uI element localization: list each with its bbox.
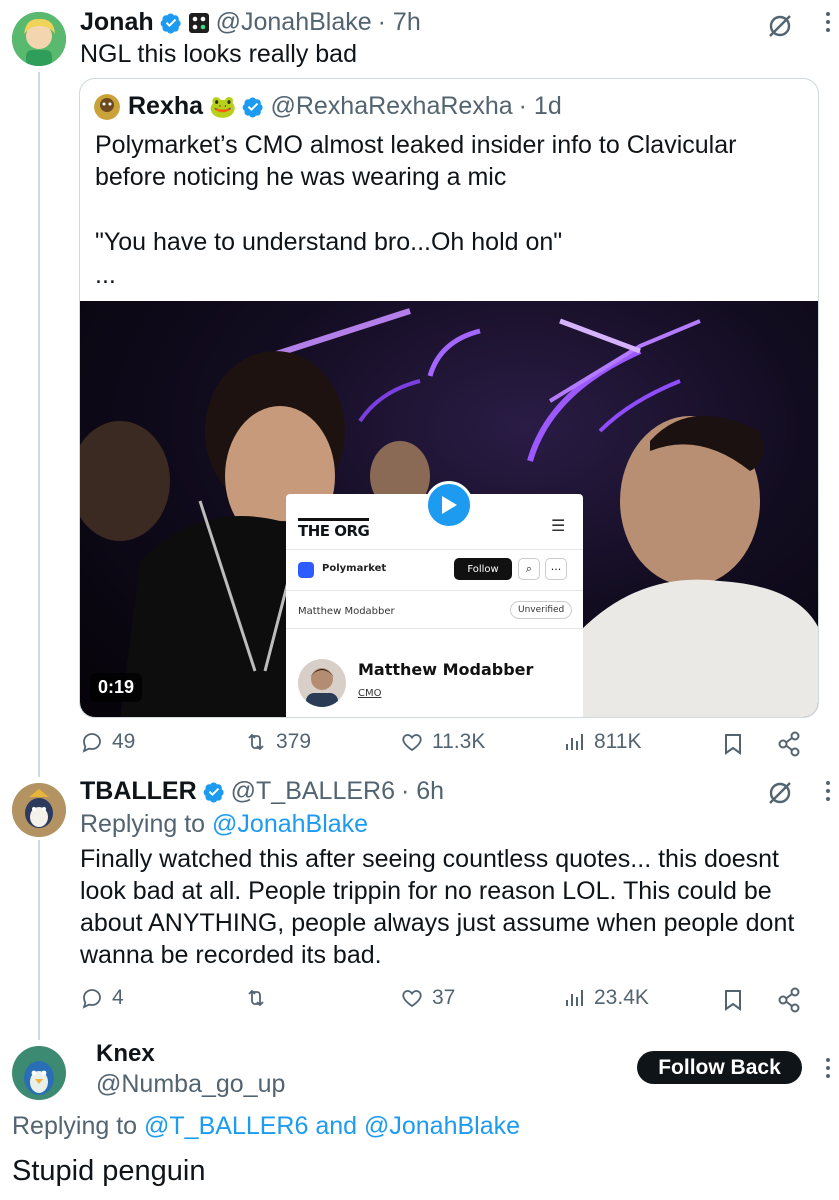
like-count: 37 — [432, 986, 456, 1009]
verified-badge-icon — [243, 96, 264, 117]
reply-count: 49 — [112, 730, 136, 753]
person-avatar — [298, 659, 346, 707]
grok-icon[interactable] — [766, 12, 794, 40]
timestamp[interactable]: · 7h — [378, 8, 421, 37]
avatar[interactable] — [12, 1046, 66, 1100]
heart-icon — [402, 734, 422, 752]
frog-emoji: 🐸 — [209, 93, 237, 119]
tweet-text-line: wanna be recorded its bad. — [80, 941, 382, 969]
display-name: Rexha — [128, 92, 204, 120]
like-count: 11.3K — [432, 730, 486, 753]
replying-prefix: Replying to — [12, 1112, 138, 1140]
display-name[interactable]: TBALLER — [80, 777, 197, 806]
avatar[interactable] — [12, 12, 66, 66]
display-name[interactable]: Jonah — [80, 8, 154, 37]
org-more-icon: ··· — [545, 558, 567, 580]
person-name: Matthew Modabber — [358, 660, 534, 679]
views-button[interactable]: 811K — [562, 730, 642, 754]
org-card-overlay: THE ORG ☰ Polymarket Follow ⌕ ··· Matthe… — [286, 494, 583, 717]
menu-icon: ☰ — [551, 516, 566, 535]
views-button[interactable]: 23.4K — [562, 986, 649, 1010]
thread-line — [38, 840, 40, 1040]
repost-button[interactable]: 379 — [244, 730, 311, 754]
heart-icon — [402, 990, 422, 1008]
timestamp: · 1d — [518, 92, 562, 120]
verified-badge-icon — [203, 781, 224, 802]
repost-count: 379 — [276, 730, 312, 753]
quote-text-line: Polymarket’s CMO almost leaked insider i… — [95, 131, 737, 159]
reply-button[interactable]: 4 — [80, 986, 124, 1010]
bookmark-icon[interactable] — [722, 732, 744, 756]
repost-icon — [248, 989, 264, 1007]
handle[interactable]: @T_BALLER6 — [231, 777, 395, 806]
views-icon — [566, 990, 583, 1006]
avatar[interactable] — [12, 783, 66, 837]
like-button[interactable]: 37 — [400, 986, 455, 1010]
person-tab: Matthew Modabber — [298, 606, 395, 617]
thread-line — [38, 72, 40, 777]
verified-badge-icon — [160, 12, 181, 33]
mention-link[interactable]: @JonahBlake — [364, 1112, 520, 1140]
bookmark-icon[interactable] — [722, 988, 744, 1012]
play-button[interactable] — [425, 481, 473, 529]
quote-header: Rexha 🐸 @RexhaRexhaRexha · 1d — [128, 92, 562, 121]
quote-text-line: "You have to understand bro...Oh hold on… — [95, 228, 563, 256]
tweet-text: Stupid penguin — [12, 1155, 206, 1187]
play-icon — [442, 496, 457, 514]
views-icon — [566, 734, 583, 750]
timestamp[interactable]: · 6h — [401, 777, 444, 806]
tweet-text-line: look bad at all. People trippin for no r… — [80, 877, 772, 905]
org-logo: THE ORG — [298, 518, 370, 540]
handle[interactable]: @Numba_go_up — [96, 1070, 285, 1099]
tweet-text-line: Finally watched this after seeing countl… — [80, 845, 779, 873]
display-name[interactable]: Knex — [96, 1040, 155, 1068]
share-icon[interactable] — [777, 987, 801, 1013]
replying-to: Replying to @T_BALLER6 and @JonahBlake — [12, 1110, 520, 1142]
person-role: CMO — [358, 688, 382, 699]
views-count: 811K — [594, 730, 642, 753]
tweet-header: TBALLER @T_BALLER6 · 6h — [80, 777, 444, 806]
reply-button[interactable]: 49 — [80, 730, 135, 754]
quote-text-line: ... — [95, 261, 116, 289]
grok-icon[interactable] — [766, 779, 794, 807]
views-count: 23.4K — [594, 986, 649, 1009]
tweet-text: NGL this looks really bad — [80, 40, 357, 68]
company-logo-icon — [298, 562, 314, 578]
share-icon[interactable] — [777, 731, 801, 757]
quoted-tweet[interactable]: Rexha 🐸 @RexhaRexhaRexha · 1d Polymarket… — [79, 78, 819, 718]
reply-icon — [82, 989, 101, 1009]
replying-and: and — [315, 1112, 358, 1140]
repost-icon — [248, 733, 264, 751]
more-options-icon[interactable] — [818, 781, 838, 801]
handle: @RexhaRexhaRexha — [270, 92, 513, 120]
repost-button[interactable] — [244, 986, 276, 1010]
reply-icon — [82, 733, 101, 753]
replying-to: Replying to @JonahBlake — [80, 808, 368, 840]
like-button[interactable]: 11.3K — [400, 730, 485, 754]
more-options-icon[interactable] — [818, 12, 838, 32]
follow-back-button[interactable]: Follow Back — [637, 1051, 802, 1084]
quote-text-line: before noticing he was wearing a mic — [95, 163, 507, 191]
handle[interactable]: @JonahBlake — [216, 8, 372, 37]
tweet-header: Jonah @JonahBlake · 7h — [80, 8, 421, 37]
company-name: Polymarket — [322, 563, 387, 574]
unverified-badge: Unverified — [510, 601, 573, 619]
reply-count: 4 — [112, 986, 124, 1009]
replying-prefix: Replying to — [80, 810, 206, 838]
org-search-icon: ⌕ — [518, 558, 540, 580]
avatar — [94, 94, 120, 120]
affiliate-badge-icon — [188, 12, 209, 33]
mention-link[interactable]: @T_BALLER6 — [144, 1112, 308, 1140]
mention-link[interactable]: @JonahBlake — [212, 810, 368, 838]
video-player[interactable]: THE ORG ☰ Polymarket Follow ⌕ ··· Matthe… — [80, 301, 818, 717]
tweet-text-line: about ANYTHING, people always just assum… — [80, 909, 795, 937]
video-duration: 0:19 — [90, 673, 143, 702]
org-follow-button: Follow — [454, 558, 512, 580]
more-options-icon[interactable] — [818, 1058, 838, 1078]
